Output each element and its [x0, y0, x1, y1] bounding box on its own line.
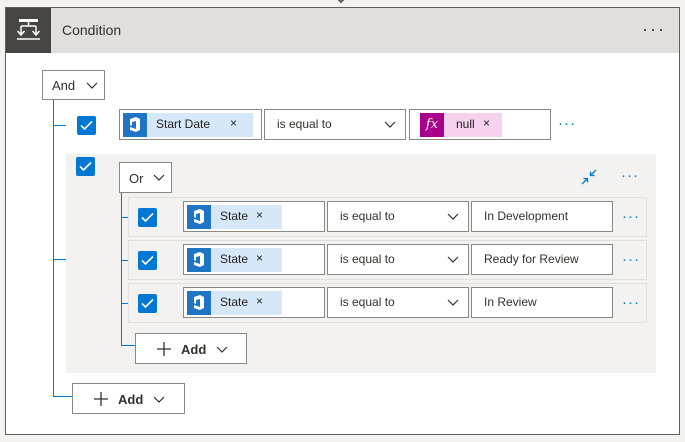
condition-value: Ready for Review	[484, 252, 579, 266]
chevron-down-icon	[447, 256, 459, 263]
token-label: State	[220, 209, 249, 223]
token-remove-button[interactable]: ×	[256, 251, 263, 265]
chevron-down-icon	[153, 396, 165, 403]
operator-label: is equal to	[340, 252, 395, 266]
add-label: Add	[181, 342, 207, 357]
group-more-menu[interactable]: ···	[621, 167, 639, 184]
azure-devops-icon	[123, 113, 147, 137]
azure-devops-icon	[187, 291, 211, 315]
token-remove-button[interactable]: ×	[256, 294, 263, 308]
collapse-icon[interactable]	[580, 168, 598, 186]
condition-left-field[interactable]: Start Date ×	[119, 109, 262, 140]
dynamic-content-token[interactable]: State ×	[187, 205, 282, 229]
add-root-button[interactable]: Add	[72, 383, 185, 414]
nested-branch-line	[121, 345, 135, 346]
dynamic-content-token[interactable]: State ×	[187, 248, 282, 272]
dynamic-content-token[interactable]: State ×	[187, 291, 282, 315]
root-branch-line	[53, 125, 66, 126]
operator-select[interactable]: is equal to	[264, 109, 406, 140]
condition-value: In Review	[484, 295, 537, 309]
row-checkbox[interactable]	[138, 251, 157, 270]
condition-value-input[interactable]: In Review	[471, 287, 613, 318]
card-header[interactable]: Condition ···	[6, 8, 679, 53]
token-label: null	[456, 117, 475, 131]
condition-right-field[interactable]: fx null ×	[409, 109, 551, 140]
operator-label: is equal to	[277, 117, 332, 131]
and-operator-select[interactable]: And	[42, 70, 105, 100]
token-label: State	[220, 295, 249, 309]
chevron-down-icon	[86, 82, 98, 89]
condition-left-field[interactable]: State ×	[183, 201, 325, 232]
operator-label: is equal to	[340, 295, 395, 309]
chevron-down-icon	[447, 299, 459, 306]
or-operator-select[interactable]: Or	[119, 162, 172, 193]
azure-devops-icon	[187, 248, 211, 272]
condition-value: In Development	[484, 209, 569, 223]
token-remove-button[interactable]: ×	[256, 208, 263, 222]
operator-select[interactable]: is equal to	[327, 287, 469, 318]
and-operator-label: And	[52, 78, 76, 93]
condition-value-input[interactable]: Ready for Review	[471, 244, 613, 275]
token-label: State	[220, 252, 249, 266]
token-remove-button[interactable]: ×	[230, 116, 237, 130]
row-more-menu[interactable]: ···	[622, 294, 640, 311]
expression-token[interactable]: fx null ×	[420, 113, 502, 137]
operator-select[interactable]: is equal to	[327, 244, 469, 275]
card-more-menu[interactable]: ···	[642, 19, 666, 40]
chevron-down-icon	[153, 174, 165, 181]
operator-select[interactable]: is equal to	[327, 201, 469, 232]
chevron-down-icon	[447, 213, 459, 220]
token-remove-button[interactable]: ×	[483, 116, 490, 130]
add-nested-button[interactable]: Add	[135, 333, 247, 364]
nested-group: Or ··· State × is equal to In Developmen…	[66, 154, 656, 373]
condition-left-field[interactable]: State ×	[183, 244, 325, 275]
root-tree-line	[53, 100, 54, 396]
card-title: Condition	[62, 22, 122, 38]
dynamic-content-token[interactable]: Start Date ×	[123, 113, 253, 137]
condition-card: Condition ··· And Start Date × is equal …	[5, 7, 680, 435]
row-checkbox[interactable]	[138, 208, 157, 227]
row-checkbox[interactable]	[77, 116, 96, 135]
row-more-menu[interactable]: ···	[622, 251, 640, 268]
nested-tree-line	[121, 193, 122, 345]
operator-label: is equal to	[340, 209, 395, 223]
chevron-down-icon	[216, 346, 228, 353]
group-checkbox[interactable]	[76, 157, 95, 176]
add-label: Add	[118, 392, 144, 407]
azure-devops-icon	[187, 205, 211, 229]
condition-icon	[6, 8, 51, 53]
root-branch-line	[53, 259, 66, 260]
chevron-down-icon	[384, 121, 396, 128]
token-label: Start Date	[156, 117, 211, 131]
root-branch-line	[53, 396, 72, 397]
condition-left-field[interactable]: State ×	[183, 287, 325, 318]
plus-icon	[94, 392, 108, 406]
or-operator-label: Or	[129, 171, 144, 186]
flow-arrow-icon	[337, 0, 345, 4]
row-checkbox[interactable]	[138, 294, 157, 313]
plus-icon	[157, 342, 171, 356]
condition-value-input[interactable]: In Development	[471, 201, 613, 232]
row-more-menu[interactable]: ···	[558, 115, 576, 132]
fx-icon: fx	[420, 113, 444, 137]
row-more-menu[interactable]: ···	[622, 208, 640, 225]
